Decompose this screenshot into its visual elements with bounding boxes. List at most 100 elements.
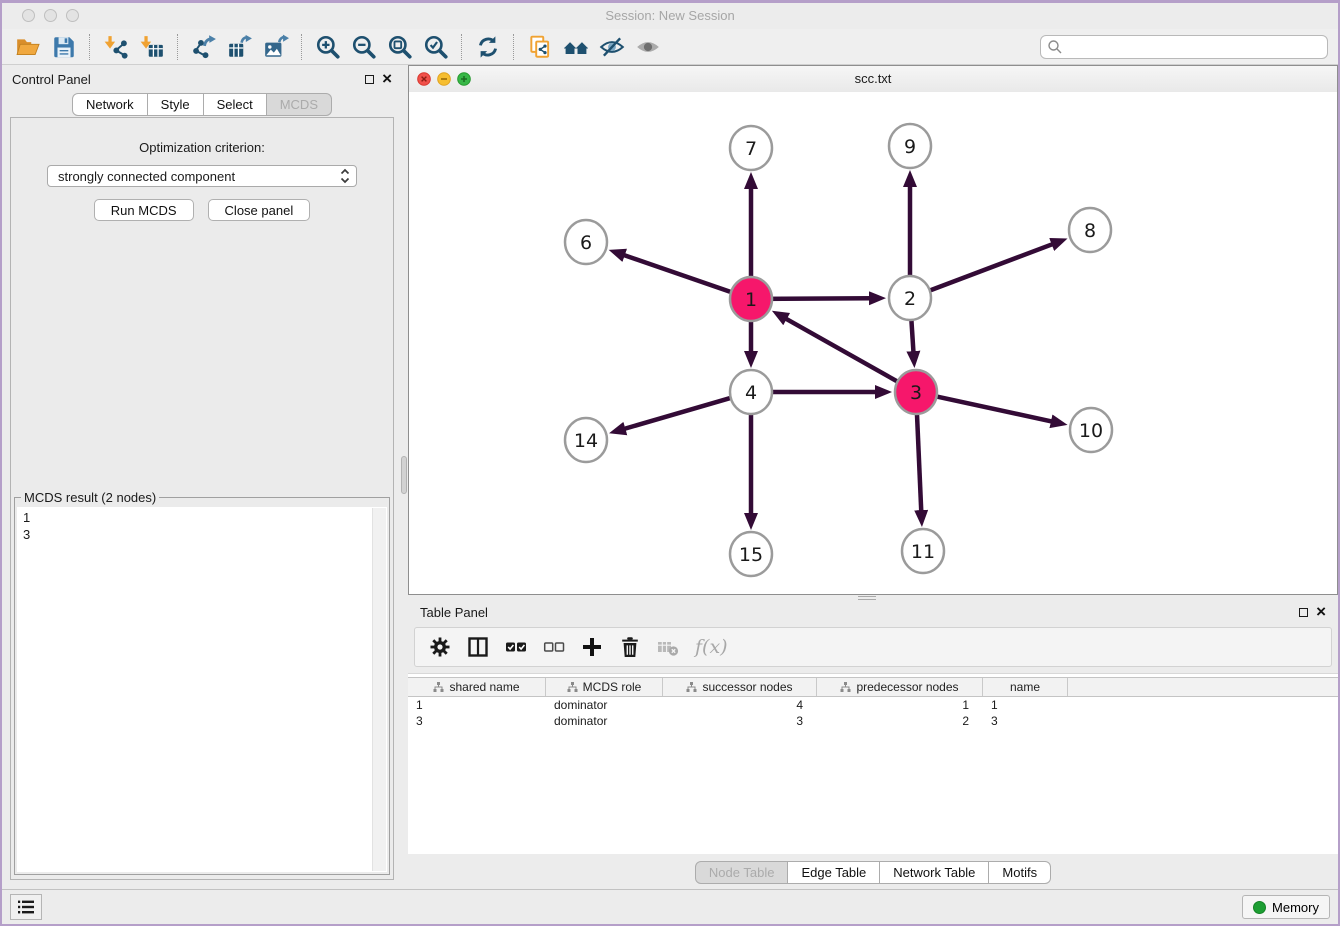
search-box[interactable] [1040,35,1328,59]
show-all-button[interactable] [630,32,666,62]
delete-table-icon [657,636,679,658]
memory-button[interactable]: Memory [1242,895,1330,919]
table-cell-predecessor-nodes[interactable]: 2 [817,714,983,728]
zoom-in-button[interactable] [310,32,346,62]
column-header-shared-name[interactable]: shared name [408,678,546,696]
deselect-all-columns-button[interactable] [543,636,565,658]
duplicate-network-button[interactable] [522,32,558,62]
tab-select[interactable]: Select [204,93,267,116]
mcds-result-list[interactable]: 13 [17,507,387,872]
columns-icon [467,636,489,658]
graph-node-15[interactable]: 15 [730,532,772,576]
graph-node-3[interactable]: 3 [895,370,937,414]
application-window: Session: New Session [0,0,1340,926]
add-column-button[interactable] [581,636,603,658]
tab-motifs[interactable]: Motifs [989,861,1051,884]
column-header-name[interactable]: name [983,678,1068,696]
graph-node-2[interactable]: 2 [889,276,931,320]
table-cell-predecessor-nodes[interactable]: 1 [817,698,983,712]
graph-node-4[interactable]: 4 [730,370,772,414]
tab-network-table[interactable]: Network Table [880,861,989,884]
zoom-in-icon [315,34,341,60]
zoom-fit-button[interactable] [382,32,418,62]
plus-icon [581,636,603,658]
delete-column-button[interactable] [619,636,641,658]
zoom-out-button[interactable] [346,32,382,62]
mcds-result-title: MCDS result (2 nodes) [21,490,159,505]
refresh-view-button[interactable] [470,32,506,62]
table-row[interactable]: 1dominator411 [408,697,1338,713]
close-panel-icon[interactable]: × [382,74,392,84]
status-bar: Memory [2,889,1338,924]
table-cell-shared-name[interactable]: 1 [408,698,546,712]
graph-edge-1-6[interactable] [622,254,745,297]
tab-mcds[interactable]: MCDS [267,93,332,116]
table-row[interactable]: 3dominator323 [408,713,1338,729]
graph-node-1[interactable]: 1 [730,277,772,321]
graph-node-7[interactable]: 7 [730,126,772,170]
first-neighbors-button[interactable] [558,32,594,62]
export-network-button[interactable] [186,32,222,62]
title-bar: Session: New Session [2,3,1338,30]
table-cell-mcds-role[interactable]: dominator [546,714,663,728]
function-builder-button[interactable]: f(x) [695,636,728,658]
network-window-titlebar[interactable]: scc.txt [409,66,1337,93]
column-type-icon [433,682,444,692]
import-network-button[interactable] [98,32,134,62]
zoom-out-icon [351,34,377,60]
graph-edge-3-10[interactable] [922,393,1054,422]
save-session-button[interactable] [46,32,82,62]
column-header-successor-nodes[interactable]: successor nodes [663,678,817,696]
table-cell-successor-nodes[interactable]: 3 [663,714,817,728]
graph-node-11[interactable]: 11 [902,529,944,573]
network-canvas[interactable]: 1 2 3 4 6 7 8 9 10 11 14 15 [409,92,1337,594]
graph-edge-2-8[interactable] [916,243,1055,295]
tab-style[interactable]: Style [148,93,204,116]
optimization-dropdown[interactable]: strongly connected component [47,165,357,187]
hide-selected-button[interactable] [594,32,630,62]
table-settings-button[interactable] [429,636,451,658]
run-mcds-button[interactable]: Run MCDS [94,199,194,221]
task-history-button[interactable] [10,894,42,920]
column-layout-button[interactable] [467,636,489,658]
tab-network[interactable]: Network [72,93,148,116]
column-header-label: shared name [449,680,519,694]
export-image-button[interactable] [258,32,294,62]
column-header-predecessor-nodes[interactable]: predecessor nodes [817,678,983,696]
table-cell-shared-name[interactable]: 3 [408,714,546,728]
graph-node-6[interactable]: 6 [565,220,607,264]
table-cell-mcds-role[interactable]: dominator [546,698,663,712]
graph-node-10[interactable]: 10 [1070,408,1112,452]
float-panel-icon[interactable] [365,75,374,84]
graph-node-14[interactable]: 14 [565,418,607,462]
column-header-mcds-role[interactable]: MCDS role [546,678,663,696]
close-table-panel-icon[interactable]: × [1316,607,1326,617]
zoom-selected-button[interactable] [418,32,454,62]
graph-node-label: 1 [745,289,757,311]
tab-edge-table[interactable]: Edge Table [788,861,880,884]
graph-edge-4-14[interactable] [622,394,745,430]
graph-edge-1-2[interactable] [757,298,872,299]
export-table-button[interactable] [222,32,258,62]
table-cell-name[interactable]: 1 [983,698,1068,712]
import-table-button[interactable] [134,32,170,62]
select-all-columns-button[interactable] [505,636,527,658]
network-graph[interactable]: 1 2 3 4 6 7 8 9 10 11 14 15 [409,92,1337,594]
delete-table-button[interactable] [657,636,679,658]
graph-node-8[interactable]: 8 [1069,208,1111,252]
open-session-button[interactable] [10,32,46,62]
tab-node-table[interactable]: Node Table [695,861,789,884]
graph-edge-3-11[interactable] [916,398,921,513]
search-input[interactable] [1063,38,1321,55]
table-cell-successor-nodes[interactable]: 4 [663,698,817,712]
graph-edge-3-1[interactable] [784,318,911,389]
node-table: shared name MCDS rolesuccessor nodesprede… [408,673,1338,854]
graph-node-label: 11 [911,541,935,563]
close-panel-button[interactable]: Close panel [208,199,311,221]
graph-node-9[interactable]: 9 [889,124,931,168]
table-cell-name[interactable]: 3 [983,714,1068,728]
vertical-splitter-grip[interactable] [401,456,407,494]
zoom-fit-icon [387,34,413,60]
scrollbar-track[interactable] [372,508,386,871]
float-table-panel-icon[interactable] [1299,608,1308,617]
